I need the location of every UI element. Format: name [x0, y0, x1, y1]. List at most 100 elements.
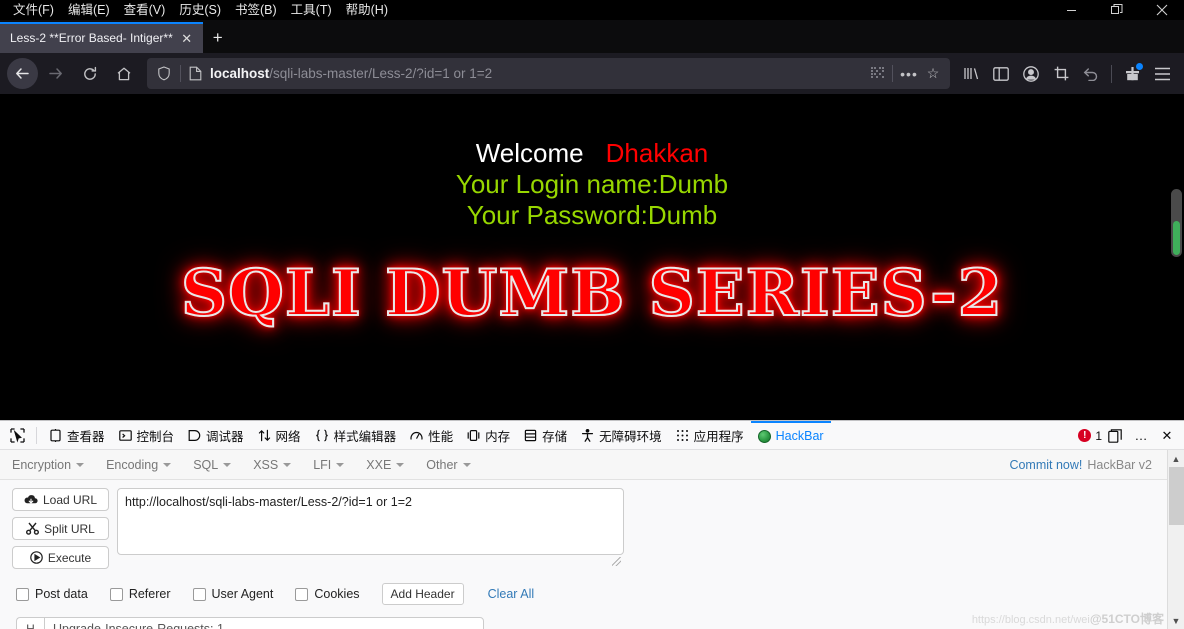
library-icon[interactable]	[956, 58, 986, 89]
hackbar-menu-xxe[interactable]: XXE	[366, 458, 416, 472]
hackbar-icon	[757, 429, 771, 443]
account-icon[interactable]	[1016, 58, 1046, 89]
devtools-tab-inspector[interactable]: 查看器	[42, 421, 112, 449]
debugger-icon	[188, 429, 201, 442]
header-value-field[interactable]: Upgrade-Insecure-Requests: 1	[44, 617, 484, 629]
hackbar-credit: Commit now! HackBar v2	[1009, 450, 1152, 480]
checkbox-box[interactable]	[16, 587, 29, 601]
hackbar-url-input[interactable]	[117, 488, 624, 555]
hackbar-menu-other[interactable]: Other	[426, 458, 482, 472]
address-bar[interactable]: localhost/sqli-labs-master/Less-2/?id=1 …	[147, 58, 950, 89]
url-divider	[180, 65, 181, 82]
devtools-tab-console[interactable]: 控制台	[112, 421, 182, 449]
application-menu-bar: 文件(F) 编辑(E) 查看(V) 历史(S) 书签(B) 工具(T) 帮助(H…	[0, 0, 1184, 20]
checkbox-referer[interactable]: Referer	[109, 587, 171, 601]
close-button[interactable]	[1139, 0, 1184, 20]
shield-icon	[152, 66, 176, 81]
url-host: localhost	[210, 66, 270, 81]
checkbox-box[interactable]	[295, 587, 309, 601]
devtools-close-icon[interactable]: ✕	[1154, 423, 1180, 449]
hackbar-menu-sql[interactable]: SQL	[193, 458, 243, 472]
error-count-badge[interactable]: ! 1	[1078, 429, 1102, 443]
bookmark-star-icon[interactable]: ☆	[921, 65, 945, 82]
checkbox-user-agent[interactable]: User Agent	[192, 587, 273, 601]
devtools-tab-application[interactable]: 应用程序	[669, 421, 751, 449]
page-scrollbar-thumb[interactable]	[1173, 221, 1180, 255]
checkbox-label: Post data	[35, 587, 88, 601]
scroll-down-arrow-icon[interactable]: ▼	[1168, 612, 1184, 629]
page-actions-icon[interactable]: •••	[897, 66, 921, 82]
hackbar-action-buttons: Load URL Split URL Execute	[12, 488, 109, 569]
split-url-button[interactable]: Split URL	[12, 517, 109, 540]
textarea-resize-grip[interactable]	[612, 557, 621, 566]
chevron-down-icon	[336, 462, 345, 467]
load-url-button[interactable]: Load URL	[12, 488, 109, 511]
tab-close-icon[interactable]: ✕	[177, 29, 197, 49]
devtools-tab-memory[interactable]: 内存	[460, 421, 517, 449]
screenshot-crop-icon[interactable]	[1046, 58, 1076, 89]
extension-gift-icon[interactable]	[1117, 58, 1147, 89]
devtools-more-icon[interactable]: …	[1128, 423, 1154, 449]
devtools-scrollbar-track[interactable]	[1168, 467, 1184, 612]
menu-history[interactable]: 历史(S)	[172, 0, 228, 20]
add-header-button[interactable]: Add Header	[381, 583, 464, 605]
menu-bookmarks[interactable]: 书签(B)	[228, 0, 284, 20]
forward-button[interactable]	[39, 58, 72, 89]
commit-now-link[interactable]: Commit now!	[1009, 458, 1082, 472]
url-divider-2	[892, 65, 893, 82]
window-controls	[1049, 0, 1184, 20]
reload-button[interactable]	[73, 58, 106, 89]
execute-button[interactable]: Execute	[12, 546, 109, 569]
devtools-tab-label: 控制台	[136, 429, 175, 444]
devtools-tab-accessibility[interactable]: 无障碍环境	[574, 421, 669, 449]
scroll-up-arrow-icon[interactable]: ▲	[1168, 450, 1184, 467]
hackbar-menu-encryption[interactable]: Encryption	[12, 458, 96, 472]
devtools-tab-performance[interactable]: 性能	[403, 421, 460, 449]
header-key-field[interactable]: H	[16, 617, 44, 629]
menu-view[interactable]: 查看(V)	[117, 0, 173, 20]
devtools-tab-storage[interactable]: 存储	[517, 421, 574, 449]
hamburger-menu-icon[interactable]	[1147, 58, 1177, 89]
minimize-button[interactable]	[1049, 0, 1094, 20]
devtools-tab-hackbar[interactable]: HackBar	[750, 421, 831, 450]
checkbox-box[interactable]	[109, 587, 123, 601]
user-name-text: Dhakkan	[605, 138, 709, 168]
page-scrollbar[interactable]	[1171, 189, 1182, 257]
devtools-tab-debugger[interactable]: 调试器	[181, 421, 251, 449]
back-button[interactable]	[7, 58, 38, 89]
undo-arrow-icon[interactable]	[1076, 58, 1106, 89]
menu-tools[interactable]: 工具(T)	[284, 0, 339, 20]
home-button[interactable]	[107, 58, 140, 89]
menu-help[interactable]: 帮助(H)	[339, 0, 395, 20]
url-text[interactable]: localhost/sqli-labs-master/Less-2/?id=1 …	[205, 66, 866, 81]
hackbar-url-textarea-wrap	[117, 488, 624, 569]
element-picker-icon[interactable]	[4, 422, 31, 449]
cloud-download-icon	[24, 494, 38, 506]
new-tab-button[interactable]: +	[203, 22, 233, 53]
qr-code-icon[interactable]	[866, 67, 888, 80]
menu-edit[interactable]: 编辑(E)	[61, 0, 117, 20]
application-icon	[676, 429, 689, 442]
toolbar-divider	[1111, 64, 1112, 83]
checkbox-cookies[interactable]: Cookies	[295, 587, 360, 601]
restore-button[interactable]	[1094, 0, 1139, 20]
hackbar-menu-encoding[interactable]: Encoding	[106, 458, 183, 472]
dock-position-icon[interactable]	[1102, 423, 1128, 449]
browser-tab[interactable]: Less-2 **Error Based- Intiger** ✕	[0, 22, 203, 53]
devtools-tab-network[interactable]: 网络	[251, 421, 308, 449]
checkbox-label: Referer	[128, 587, 171, 601]
clear-all-link[interactable]: Clear All	[488, 587, 535, 601]
welcome-block: Welcome Dhakkan Your Login name:Dumb Your…	[0, 94, 1184, 231]
menu-file[interactable]: 文件(F)	[6, 0, 61, 20]
checkbox-box[interactable]	[192, 587, 206, 601]
devtools-tab-style-editor[interactable]: 样式编辑器	[308, 421, 404, 449]
devtools-scrollbar[interactable]: ▲ ▼	[1167, 450, 1184, 629]
devtools-scrollbar-thumb[interactable]	[1168, 467, 1184, 525]
devtools-tab-label: HackBar	[775, 429, 824, 443]
tab-title: Less-2 **Error Based- Intiger**	[10, 31, 173, 45]
hackbar-version: HackBar v2	[1087, 458, 1152, 472]
hackbar-menu-xss[interactable]: XSS	[253, 458, 303, 472]
sidebar-icon[interactable]	[986, 58, 1016, 89]
checkbox-post-data[interactable]: Post data	[16, 587, 88, 601]
hackbar-menu-lfi[interactable]: LFI	[313, 458, 356, 472]
